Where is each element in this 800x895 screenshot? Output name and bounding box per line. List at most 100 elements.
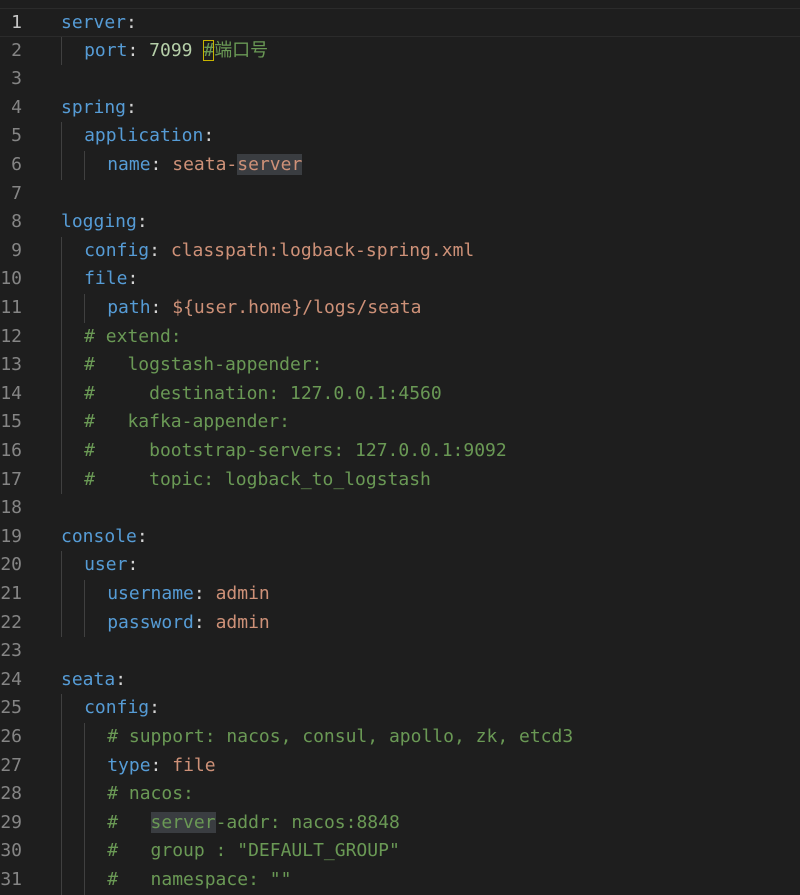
code-line[interactable]: 22 password: admin [0,608,800,638]
code-text: # bootstrap-servers: 127.0.0.1:9092 [84,437,507,466]
code-line[interactable]: 14 # destination: 127.0.0.1:4560 [0,379,800,409]
code-text: # logstash-appender: [84,351,322,380]
line-number: 20 [0,554,22,576]
code-token: : [126,96,137,118]
code-line[interactable]: 18 [0,494,800,523]
code-line[interactable]: 23 [0,637,800,666]
code-line[interactable]: 5 application: [0,122,800,151]
code-text: password: admin [107,609,270,638]
code-text: config: classpath:logback-spring.xml [84,237,474,266]
code-line[interactable]: 28 # nacos: [0,780,800,809]
line-number: 28 [0,783,22,805]
code-line[interactable]: 21 username: admin [0,580,800,609]
code-text: application: [84,122,214,151]
code-line[interactable]: 24 seata: [0,666,800,695]
indent-guide [61,837,62,866]
indent-guide [84,151,86,180]
code-token: : [127,268,139,290]
line-number: 10 [0,268,22,290]
code-token: username [107,583,194,604]
code-line[interactable]: 4 spring: [0,94,800,123]
code-token: : [150,154,173,175]
line-number: 7 [11,182,22,204]
code-line[interactable]: 12 # extend: [0,322,800,352]
line-number: 6 [11,154,22,175]
code-line[interactable]: 11 path: ${user.home}/logs/seata [0,294,800,323]
indent-guide [61,608,62,638]
code-line[interactable]: 17 # topic: logback_to_logstash [0,465,800,495]
indent-guide [61,437,62,466]
indent-guide [61,408,62,437]
code-line[interactable]: 15 # kafka-appender: [0,408,800,437]
code-line[interactable]: 9 config: classpath:logback-spring.xml [0,236,800,266]
line-number: 19 [0,525,22,547]
code-text: # nacos: [107,780,194,809]
code-line[interactable]: 20 user: [0,551,800,580]
indent-guide [61,379,62,409]
line-number: 30 [0,840,22,862]
code-token: : [115,668,127,690]
code-token: : [127,39,150,61]
line-number: 9 [11,239,22,261]
code-line[interactable]: 8 logging: [0,208,800,237]
code-text: # support: nacos, consul, apollo, zk, et… [107,723,573,752]
code-line[interactable]: 19 console: [0,523,800,552]
line-number: 29 [0,811,22,833]
code-text: # namespace: "" [107,866,291,895]
code-text: seata: [61,666,126,695]
indent-guide [61,265,62,294]
code-token: # namespace: "" [107,869,292,890]
code-token: # destination: 127.0.0.1:4560 [84,382,442,404]
indent-guide [61,551,62,580]
code-editor[interactable]: 1 server: 2 port: 7099 #端口号 3 4 spring: 5 applic… [0,0,800,895]
code-text: username: admin [107,580,270,609]
line-number: 4 [11,96,22,118]
code-line[interactable]: 2 port: 7099 #端口号 [0,36,800,66]
indent-guide [61,866,62,895]
code-token: config [84,697,150,719]
line-number: 16 [0,440,22,461]
code-token: : [149,239,171,261]
indent-guide [61,465,62,495]
indent-guide [61,694,62,723]
code-token: # bootstrap-servers: 127.0.0.1:9092 [84,440,507,461]
code-text: logging: [61,208,148,237]
code-line[interactable]: 30 # group : "DEFAULT_GROUP" [0,837,800,866]
line-number: 25 [0,697,22,719]
code-text: name: seata-server [107,151,303,180]
code-token: # extend: [84,325,182,347]
code-token: : [149,697,160,719]
code-token: console [61,525,137,547]
code-line[interactable]: 16 # bootstrap-servers: 127.0.0.1:9092 [0,437,800,466]
line-number: 12 [0,325,22,347]
code-text: # group : "DEFAULT_GROUP" [107,837,400,866]
code-token: # support: nacos, consul, apollo, zk, et… [107,726,574,747]
code-text: file: [84,265,138,294]
code-line[interactable]: 27 type: file [0,751,800,781]
indent-guide [61,36,62,66]
code-token: application [84,125,204,147]
code-line[interactable]: 13 # logstash-appender: [0,351,800,380]
line-number: 17 [0,468,22,490]
code-line[interactable]: 29 # server-addr: nacos:8848 [0,808,800,838]
code-line[interactable]: 3 [0,65,800,94]
code-line[interactable]: 26 # support: nacos, consul, apollo, zk, … [0,723,800,752]
code-text: config: [84,694,160,723]
code-token: ${user.home}/logs/seata [172,297,422,318]
code-token: server [237,154,303,175]
code-line[interactable]: 7 [0,180,800,209]
code-line[interactable]: 25 config: [0,694,800,723]
indent-guide [84,294,86,323]
code-line[interactable]: 6 name: seata-server [0,151,800,180]
code-token: config [84,239,150,261]
code-token: server [61,12,127,33]
code-token: # topic: logback_to_logstash [84,468,431,490]
code-token: : [193,583,216,604]
line-number: 14 [0,382,22,404]
code-token: user [84,554,128,576]
code-line[interactable]: 1 server: [0,8,800,37]
code-line[interactable]: 31 # namespace: "" [0,866,800,895]
code-line[interactable]: 10 file: [0,265,800,294]
line-number: 24 [0,668,22,690]
